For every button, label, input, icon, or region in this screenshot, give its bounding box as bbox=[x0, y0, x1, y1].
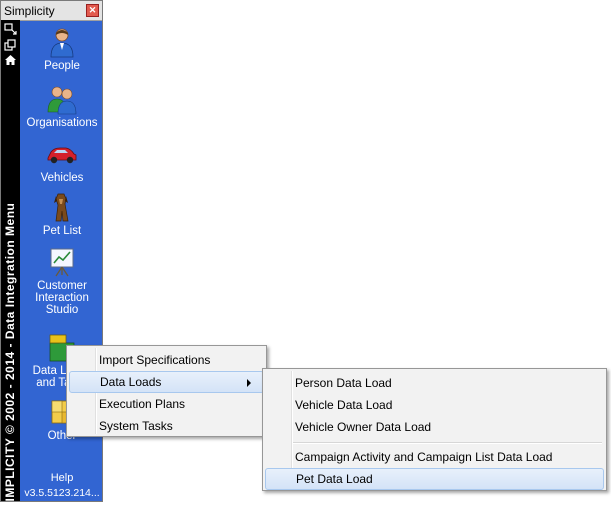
dog-icon bbox=[54, 193, 69, 222]
menu-item-execution-plans[interactable]: Execution Plans bbox=[69, 393, 264, 415]
window-title: Simplicity bbox=[4, 4, 55, 18]
submenu-item-vehicle-owner-data-load[interactable]: Vehicle Owner Data Load bbox=[265, 416, 604, 438]
resize-icon[interactable] bbox=[4, 23, 17, 35]
submenu-item-person-data-load[interactable]: Person Data Load bbox=[265, 372, 604, 394]
home-icon[interactable] bbox=[4, 54, 17, 66]
nav-pet-list-label: Pet List bbox=[42, 225, 82, 237]
restore-windows-icon[interactable] bbox=[4, 39, 17, 51]
menu-item-system-tasks[interactable]: System Tasks bbox=[69, 415, 264, 437]
car-icon bbox=[47, 147, 77, 164]
nav-customer-interaction-studio-label: Customer Interaction Studio bbox=[35, 280, 89, 316]
submenu-item-campaign-activity-data-load[interactable]: Campaign Activity and Campaign List Data… bbox=[265, 446, 604, 468]
left-strip: SIMPLICITY © 2002 - 2014 - Data Integrat… bbox=[1, 20, 20, 510]
nav-organisations-label: Organisations bbox=[26, 117, 98, 129]
submenu-item-vehicle-data-load[interactable]: Vehicle Data Load bbox=[265, 394, 604, 416]
submenu-separator bbox=[293, 442, 602, 444]
side-vertical-text: SIMPLICITY © 2002 - 2014 - Data Integrat… bbox=[3, 202, 17, 510]
menu-item-data-loads[interactable]: Data Loads bbox=[69, 371, 264, 393]
person-icon bbox=[50, 28, 74, 58]
nav-vehicles[interactable]: Vehicles bbox=[22, 138, 102, 184]
submenu-arrow-icon bbox=[247, 379, 251, 387]
nav-pet-list[interactable]: Pet List bbox=[22, 191, 102, 237]
menu-item-import-specifications[interactable]: Import Specifications bbox=[69, 349, 264, 371]
nav-vehicles-label: Vehicles bbox=[40, 172, 84, 184]
submenu-item-pet-data-load[interactable]: Pet Data Load bbox=[265, 468, 604, 490]
nav-organisations[interactable]: Organisations bbox=[22, 83, 102, 129]
chart-board-icon bbox=[50, 248, 74, 277]
context-menu: Import Specifications Data Loads Executi… bbox=[66, 345, 267, 437]
menu-item-data-loads-label: Data Loads bbox=[100, 375, 162, 389]
title-bar[interactable]: Simplicity ✕ bbox=[1, 1, 102, 21]
organisation-people-icon bbox=[47, 86, 77, 115]
nav-people-label: People bbox=[44, 60, 80, 72]
version-label: v3.5.5123.214... bbox=[24, 487, 100, 499]
nav-people[interactable]: People bbox=[22, 26, 102, 72]
help-link[interactable]: Help bbox=[22, 472, 102, 484]
close-icon[interactable]: ✕ bbox=[86, 4, 99, 17]
nav-customer-interaction-studio[interactable]: Customer Interaction Studio bbox=[22, 246, 102, 316]
data-loads-submenu: Person Data Load Vehicle Data Load Vehic… bbox=[262, 368, 607, 491]
